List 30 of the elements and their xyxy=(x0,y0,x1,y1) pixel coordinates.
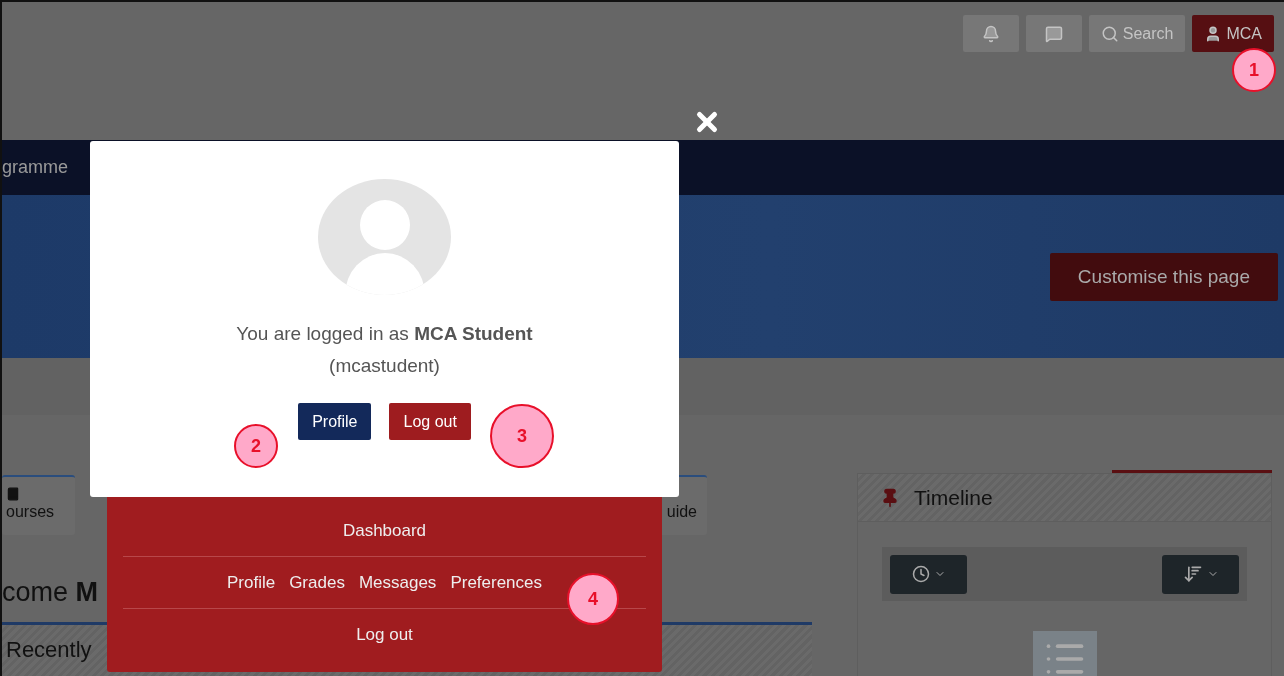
bell-button[interactable] xyxy=(962,15,1019,52)
username-text: (mcastudent) xyxy=(329,355,440,377)
list-icon xyxy=(1032,631,1097,676)
customise-button[interactable]: Customise this page xyxy=(1049,252,1278,301)
user-button[interactable]: MCA xyxy=(1192,15,1274,52)
menu-link[interactable]: Messages xyxy=(358,572,437,593)
sort-icon xyxy=(1182,564,1203,584)
bell-icon xyxy=(981,24,1000,43)
clock-icon xyxy=(911,565,930,583)
profile-button[interactable]: Profile xyxy=(298,403,372,440)
chat-icon xyxy=(1044,24,1063,43)
logged-in-message: You are logged in as MCA Student xyxy=(236,323,533,345)
chat-button[interactable] xyxy=(1025,15,1082,52)
menu-link[interactable]: Profile xyxy=(226,572,276,593)
book-icon xyxy=(6,487,20,501)
tab-label: uide xyxy=(666,503,697,521)
pin-icon xyxy=(880,487,900,508)
sort-dropdown-button[interactable] xyxy=(1162,554,1239,594)
tab-tile[interactable]: ourses xyxy=(2,475,75,535)
menu-link[interactable]: Grades xyxy=(289,572,345,593)
search-icon xyxy=(1100,24,1119,43)
clock-dropdown-button[interactable] xyxy=(890,554,967,594)
welcome-heading: come M xyxy=(2,577,99,608)
menu-link[interactable]: Preferences xyxy=(450,572,543,593)
timeline-title: Timeline xyxy=(914,485,993,510)
logout-button[interactable]: Log out xyxy=(389,403,471,440)
menu-link[interactable]: Log out xyxy=(356,624,413,645)
menu-link[interactable]: Dashboard xyxy=(342,520,427,541)
nav-link[interactable]: gramme xyxy=(2,157,68,178)
tab-label: ourses xyxy=(6,503,55,521)
